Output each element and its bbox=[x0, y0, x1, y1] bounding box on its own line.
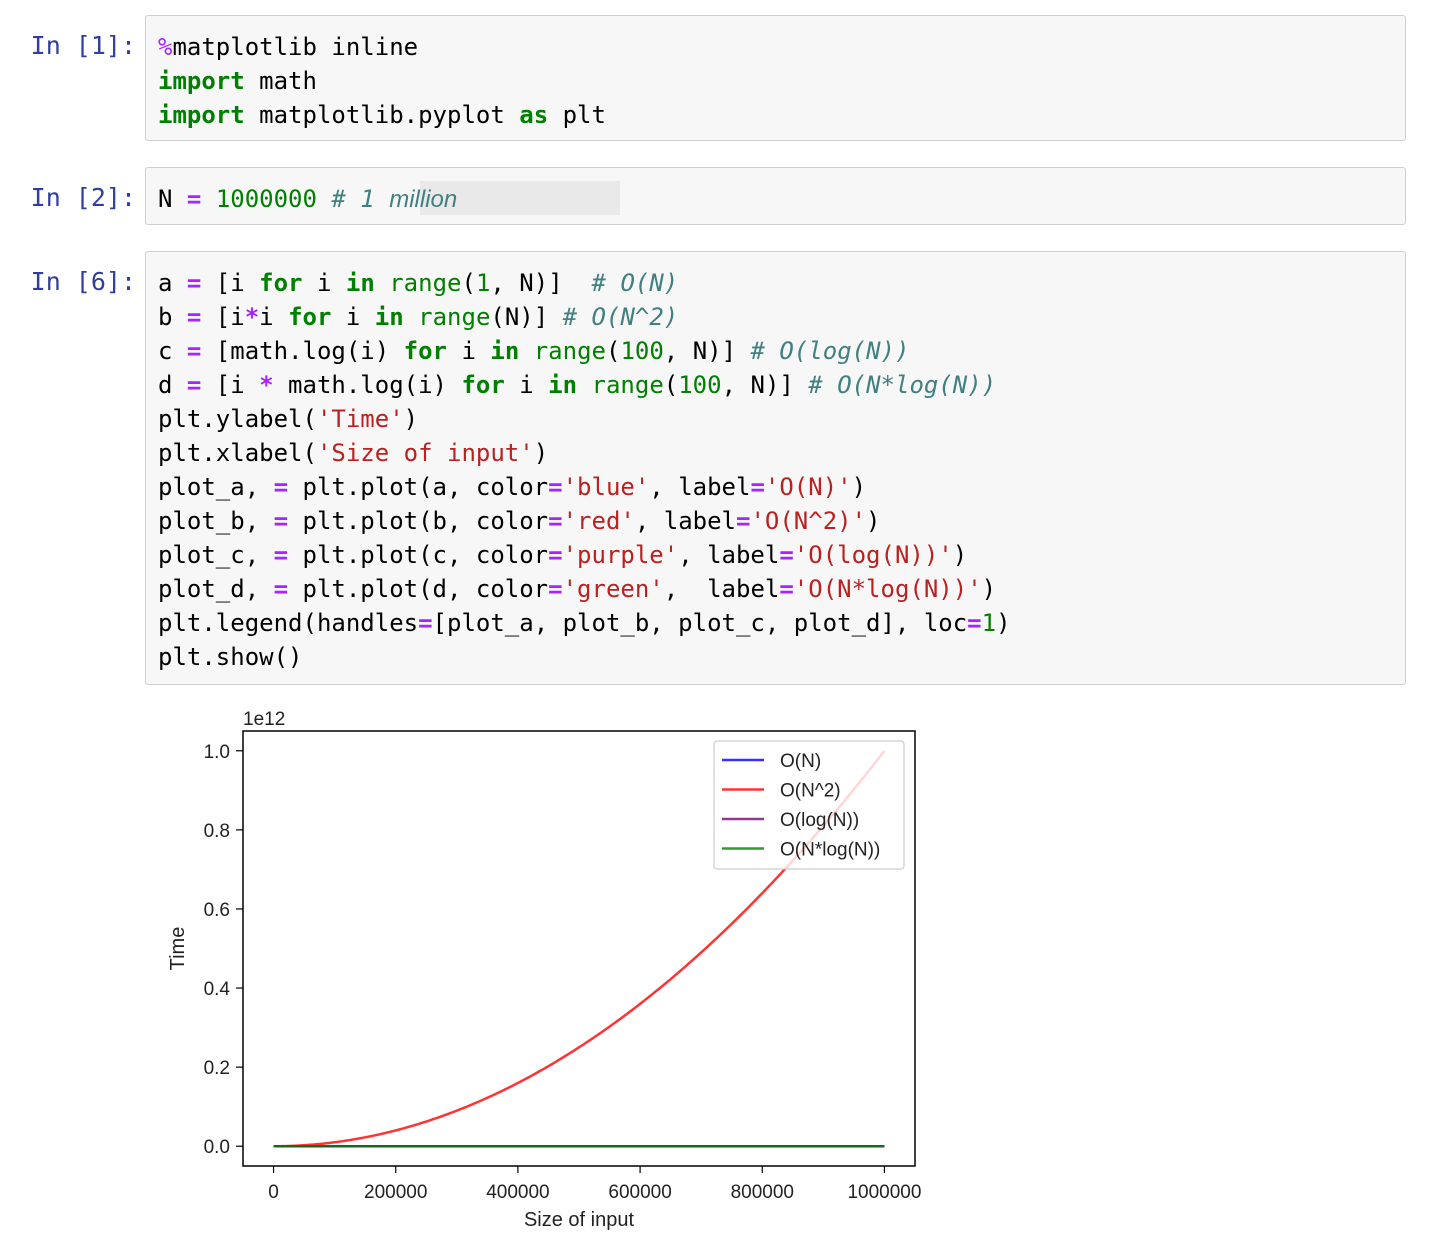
x-tick-label: 800000 bbox=[731, 1182, 794, 1203]
x-tick-label: 600000 bbox=[608, 1182, 671, 1203]
plot-output: 0 200000 400000 600000 800000 1000000 0.0 0.2 0.… bbox=[0, 0, 1436, 1252]
y-tick-label: 0.0 bbox=[204, 1137, 230, 1158]
legend-entry: O(N*log(N)) bbox=[780, 840, 880, 861]
legend-entry: O(N) bbox=[780, 751, 821, 772]
y-tick-label: 0.8 bbox=[204, 821, 230, 842]
y-tick-label: 0.2 bbox=[204, 1058, 230, 1079]
x-tick-label: 200000 bbox=[364, 1182, 427, 1203]
x-tick-label: 400000 bbox=[486, 1182, 549, 1203]
y-tick-label: 0.6 bbox=[204, 900, 230, 921]
y-axis-label: Time bbox=[167, 927, 189, 971]
x-axis-label: Size of input bbox=[524, 1209, 635, 1231]
x-tick-label: 0 bbox=[268, 1182, 279, 1203]
chart: 0 200000 400000 600000 800000 1000000 0.0 0.2 0.… bbox=[167, 709, 921, 1231]
legend-entry: O(log(N)) bbox=[780, 810, 859, 831]
y-offset-label: 1e12 bbox=[243, 709, 285, 730]
x-tick-label: 1000000 bbox=[847, 1182, 921, 1203]
legend-entry: O(N^2) bbox=[780, 781, 841, 802]
y-tick-label: 1.0 bbox=[204, 742, 230, 763]
y-tick-label: 0.4 bbox=[204, 979, 231, 1000]
